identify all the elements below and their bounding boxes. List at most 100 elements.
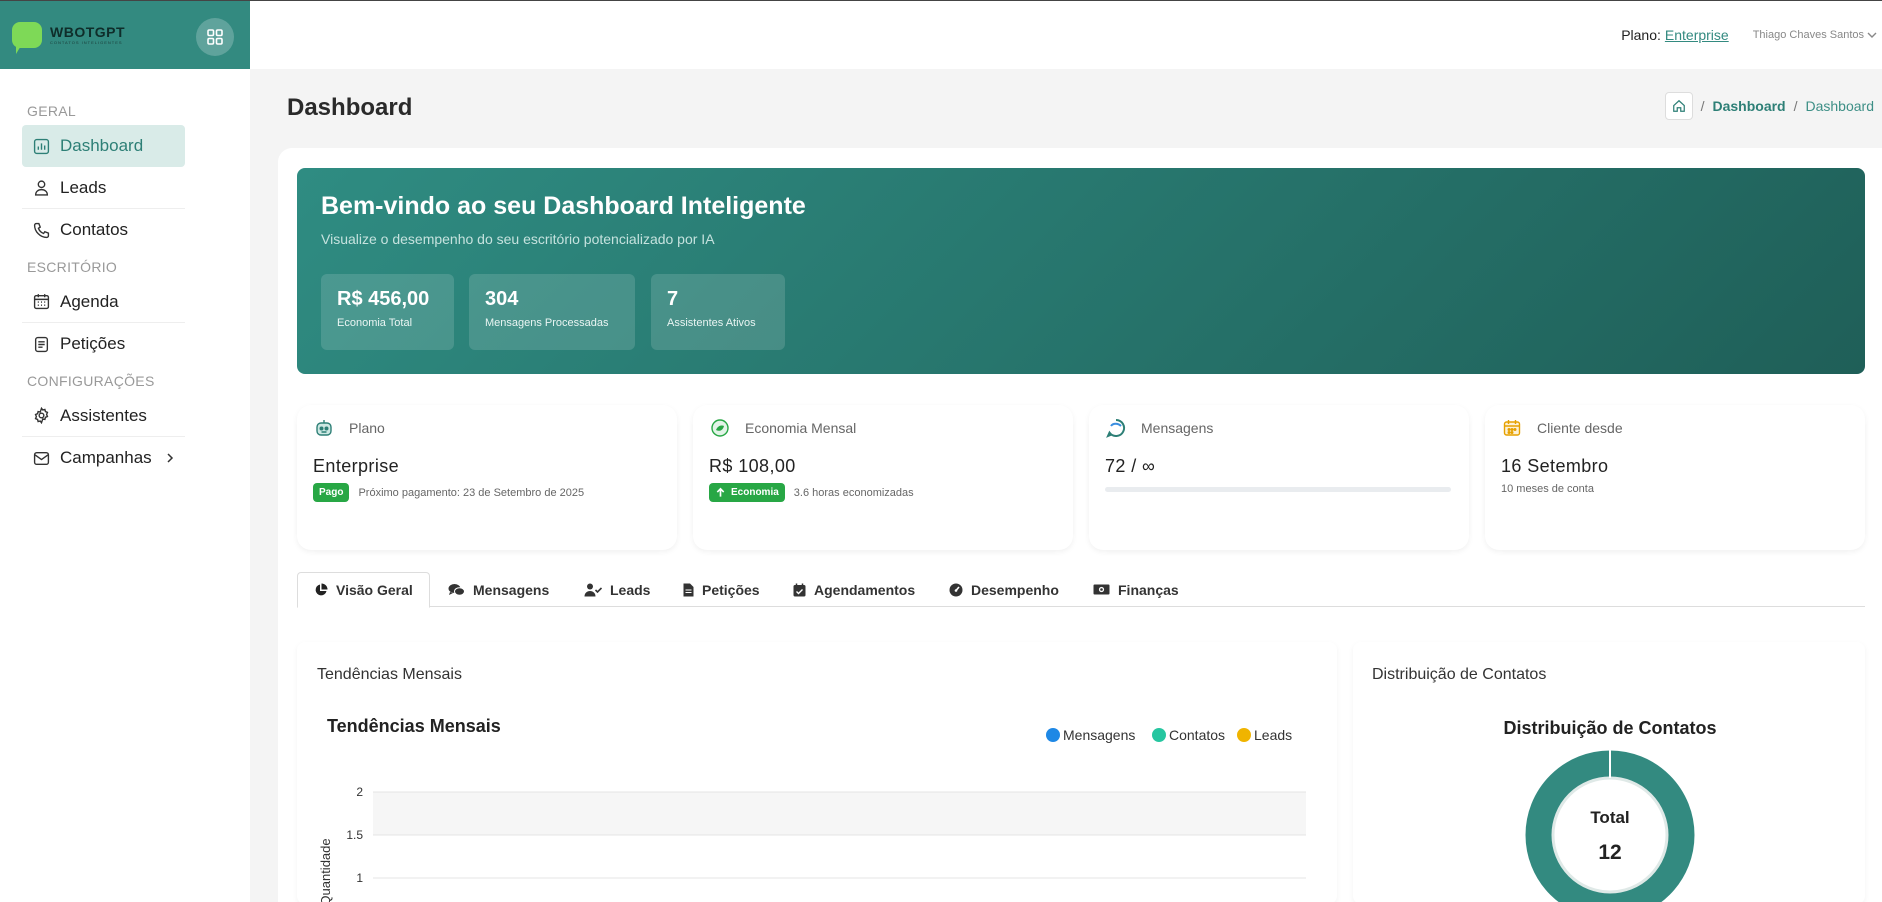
sidebar-item-label: Campanhas: [60, 448, 152, 467]
money-leaf-icon: [709, 417, 731, 439]
tab-desempenho[interactable]: Desempenho: [949, 572, 1059, 607]
brand-text: WBOTGPT CONTATOS INTELIGENTES: [50, 25, 125, 45]
donut-hole: [1551, 776, 1669, 894]
pie-chart-icon: [314, 583, 328, 597]
stat-label: Assistentes Ativos: [667, 317, 756, 329]
tab-financas[interactable]: Finanças: [1093, 572, 1179, 607]
sidebar-item-label: Dashboard: [60, 136, 144, 155]
sidebar-item-contatos[interactable]: Contatos: [22, 209, 185, 251]
user-check-icon: [584, 583, 602, 597]
legend-label: Mensagens: [1063, 727, 1135, 743]
tab-label: Agendamentos: [814, 581, 916, 598]
badge-label: Economia: [731, 487, 779, 498]
tab-peticoes[interactable]: Petições: [683, 572, 760, 607]
sidebar-section-geral: GERAL: [27, 103, 76, 119]
chevron-right-icon[interactable]: [164, 452, 176, 464]
tab-label: Mensagens: [473, 581, 550, 598]
user-menu[interactable]: Thiago Chaves Santos: [1753, 29, 1864, 41]
tab-label: Finanças: [1118, 581, 1179, 598]
plan-link[interactable]: Enterprise: [1665, 27, 1729, 43]
trends-line-chart: Tendências Mensais 2 1.5 1 Quantidade Mensage…: [318, 716, 1306, 902]
chart-title: Distribuição de Contatos: [1503, 718, 1716, 738]
paid-badge: Pago: [313, 483, 350, 502]
breadcrumb-link[interactable]: Dashboard: [1712, 98, 1785, 114]
sidebar: GERAL Dashboard Leads Contatos ESCRITÓRI…: [0, 69, 250, 902]
card-value: 72 / ∞: [1105, 456, 1156, 476]
savings-card: Economia Mensal R$ 108,00 Economia 3.6 h…: [693, 405, 1073, 550]
gauge-icon: [949, 583, 963, 597]
chevron-down-icon[interactable]: [1866, 29, 1878, 41]
welcome-subtitle: Visualize o desempenho do seu escritório…: [321, 231, 715, 247]
breadcrumb-separator: /: [1700, 98, 1705, 114]
donut-center-label: Total: [1590, 808, 1629, 827]
tab-leads[interactable]: Leads: [584, 572, 650, 607]
sidebar-item-dashboard[interactable]: Dashboard: [22, 125, 185, 167]
plan-card: Plano Enterprise Pago Próximo pagamento:…: [297, 405, 677, 550]
stat-economia-total: R$ 456,00 Economia Total: [321, 274, 454, 350]
user-icon: [31, 178, 51, 198]
sidebar-item-label: Petições: [60, 334, 126, 353]
page-title: Dashboard: [287, 94, 413, 121]
y-tick-label: 2: [356, 785, 363, 799]
stat-assistentes: 7 Assistentes Ativos: [651, 274, 785, 350]
file-icon: [683, 583, 694, 597]
card-note: 3.6 horas economizadas: [793, 486, 914, 499]
savings-badge: Economia: [709, 483, 785, 502]
calendar-icon: [1501, 417, 1523, 439]
card-note: Próximo pagamento: 23 de Setembro de 202…: [358, 486, 585, 499]
distribution-panel: Distribuição de Contatos Distribuição de…: [1353, 642, 1865, 902]
sidebar-item-leads[interactable]: Leads: [22, 167, 185, 209]
phone-icon: [31, 220, 51, 240]
stat-value: 304: [485, 288, 519, 310]
sidebar-section-escritorio: ESCRITÓRIO: [27, 259, 118, 275]
tab-mensagens[interactable]: Mensagens: [448, 572, 549, 607]
stat-value: 7: [667, 288, 679, 310]
card-value: R$ 108,00: [709, 456, 796, 476]
card-label: Plano: [349, 420, 385, 436]
calendar-check-icon: [793, 583, 806, 597]
tab-label: Visão Geral: [336, 582, 413, 598]
brand-name: WBOTGPT: [50, 23, 126, 40]
chart-icon: [31, 136, 51, 156]
tab-visao-geral[interactable]: Visão Geral: [297, 572, 430, 608]
sidebar-item-agenda[interactable]: Agenda: [22, 281, 185, 323]
stat-value: R$ 456,00: [337, 288, 430, 310]
stat-mensagens: 304 Mensagens Processadas: [469, 274, 635, 350]
legend-marker: [1237, 728, 1251, 742]
sidebar-item-label: Contatos: [60, 220, 129, 239]
mail-icon: [31, 448, 51, 468]
sidebar-section-configuracoes: CONFIGURAÇÕES: [27, 373, 155, 389]
arrow-up-icon: [716, 487, 725, 497]
dashboard-tabs: Visão Geral Mensagens Leads Petições Age…: [297, 572, 1865, 608]
tab-label: Desempenho: [971, 581, 1059, 598]
home-icon[interactable]: [1664, 92, 1693, 120]
calendar-icon: [31, 292, 51, 312]
robot-icon: [313, 417, 335, 439]
sidebar-item-assistentes[interactable]: Assistentes: [22, 395, 185, 437]
sidebar-item-peticoes[interactable]: Petições: [22, 323, 185, 365]
grid-icon: [207, 29, 223, 45]
stat-label: Economia Total: [337, 317, 413, 329]
plot-band: [373, 792, 1306, 835]
plan-label: Plano:: [1621, 27, 1661, 43]
legend-label: Leads: [1254, 727, 1292, 743]
card-label: Mensagens: [1141, 420, 1214, 436]
welcome-title: Bem-vindo ao seu Dashboard Inteligente: [321, 192, 806, 220]
distribution-donut-chart: Distribuição de Contatos Total 12: [1503, 718, 1717, 902]
stat-label: Mensagens Processadas: [485, 317, 609, 329]
messages-progress: [1105, 487, 1451, 492]
top-border: [0, 0, 1882, 1]
card-label: Economia Mensal: [745, 420, 857, 436]
breadcrumb-separator: /: [1793, 98, 1798, 114]
breadcrumb: / Dashboard / Dashboard: [1664, 92, 1874, 120]
gear-icon: [31, 406, 51, 426]
messages-card: Mensagens 72 / ∞: [1089, 405, 1469, 550]
comments-icon: [448, 583, 465, 597]
tab-label: Petições: [702, 581, 760, 598]
tab-agendamentos[interactable]: Agendamentos: [793, 572, 915, 607]
money-icon: [1093, 583, 1110, 596]
apps-menu-button[interactable]: [196, 18, 234, 56]
brand-tagline: CONTATOS INTELIGENTES: [50, 39, 123, 45]
sidebar-item-label: Leads: [60, 177, 107, 197]
sidebar-item-campanhas[interactable]: Campanhas: [22, 437, 185, 479]
